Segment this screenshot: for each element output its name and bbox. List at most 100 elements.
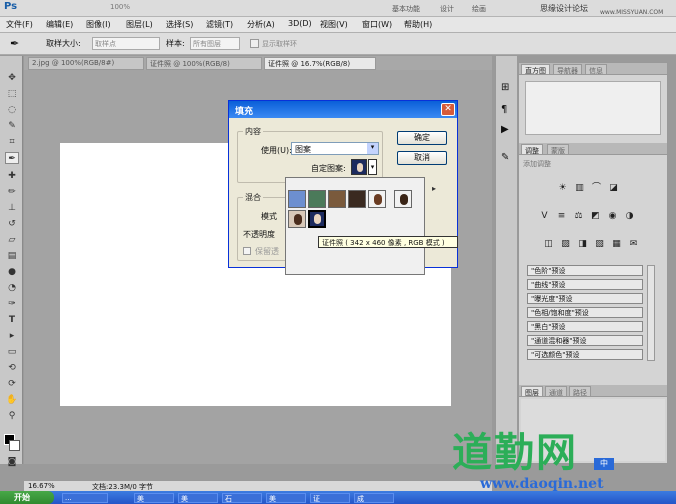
use-select[interactable]: 图案 ▾ — [291, 142, 379, 155]
type-tool-icon[interactable]: T — [5, 314, 19, 326]
channel-mixer-icon[interactable]: ◑ — [624, 211, 635, 222]
pattern-swatch[interactable] — [328, 190, 346, 208]
vibrance-icon[interactable]: V — [539, 211, 550, 222]
pattern-swatch[interactable] — [308, 190, 326, 208]
pattern-dropdown-arrow[interactable]: ▾ — [368, 159, 377, 175]
menu-window[interactable]: 窗口(W) — [362, 19, 392, 30]
menu-image[interactable]: 图像(I) — [86, 19, 111, 30]
gradient-map-icon[interactable]: ▧ — [594, 239, 605, 250]
blur-tool-icon[interactable]: ● — [5, 266, 19, 278]
menu-file[interactable]: 文件(F) — [6, 19, 33, 30]
menu-view[interactable]: 视图(V) — [320, 19, 348, 30]
show-ring-checkbox[interactable] — [250, 39, 259, 48]
posterize-icon[interactable]: ▨ — [560, 239, 571, 250]
sample-size-select[interactable]: 取样点 — [92, 37, 160, 50]
move-tool-icon[interactable]: ✥ — [5, 72, 19, 84]
preset-channel-mixer[interactable]: "通道混和器"预设 — [527, 335, 643, 346]
taskbar-item[interactable]: 美 — [134, 493, 174, 503]
history-panel-icon[interactable]: ⊞ — [501, 82, 509, 93]
preset-hue-saturation[interactable]: "色相/饱和度"预设 — [527, 307, 643, 318]
tab-masks[interactable]: 蒙版 — [547, 144, 569, 155]
pattern-swatch[interactable] — [368, 190, 386, 208]
shape-tool-icon[interactable]: ▭ — [5, 346, 19, 358]
preset-black-white[interactable]: "黑白"预设 — [527, 321, 643, 332]
preset-exposure[interactable]: "曝光度"预设 — [527, 293, 643, 304]
hand-tool-icon[interactable]: ✋ — [5, 394, 19, 406]
eyedropper-tool-icon[interactable]: ✒ — [10, 37, 19, 50]
selective-color-icon[interactable]: ▦ — [611, 239, 622, 250]
taskbar-item[interactable]: 美 — [178, 493, 218, 503]
tab-document-1[interactable]: 2.jpg @ 100%(RGB/8#) — [28, 57, 144, 70]
gradient-tool-icon[interactable]: ▤ — [5, 250, 19, 262]
close-icon[interactable]: ✕ — [441, 103, 455, 116]
menu-help[interactable]: 帮助(H) — [404, 19, 432, 30]
crop-tool-icon[interactable]: ⌗ — [5, 136, 19, 148]
pattern-swatch[interactable] — [348, 190, 366, 208]
tab-layers[interactable]: 图层 — [521, 386, 543, 397]
taskbar-item[interactable]: 证 — [310, 493, 350, 503]
path-select-tool-icon[interactable]: ▸ — [5, 330, 19, 342]
preset-selective-color[interactable]: "可选颜色"预设 — [527, 349, 643, 360]
sample-select[interactable]: 所有图层 — [190, 37, 240, 50]
workspace-essentials-button[interactable]: 基本功能 — [392, 4, 420, 14]
brightness-icon[interactable]: ☀ — [557, 183, 568, 194]
tab-document-2[interactable]: 证件照 @ 100%(RGB/8) — [146, 57, 262, 70]
lasso-tool-icon[interactable]: ◌ — [5, 104, 19, 116]
levels-icon[interactable]: ▥ — [574, 183, 585, 194]
eraser-tool-icon[interactable]: ▱ — [5, 234, 19, 246]
preset-levels[interactable]: "色阶"预设 — [527, 265, 643, 276]
tab-info[interactable]: 信息 — [585, 64, 607, 75]
dodge-tool-icon[interactable]: ◔ — [5, 282, 19, 294]
pattern-swatch[interactable] — [288, 190, 306, 208]
3d-orbit-tool-icon[interactable]: ⟳ — [5, 378, 19, 390]
preserve-checkbox[interactable] — [243, 247, 251, 255]
brush-tool-icon[interactable]: ✏ — [5, 186, 19, 198]
threshold-icon[interactable]: ◨ — [577, 239, 588, 250]
tab-histogram[interactable]: 直方图 — [521, 64, 550, 75]
menu-3d[interactable]: 3D(D) — [288, 19, 312, 28]
pattern-swatch[interactable] — [288, 210, 306, 228]
menu-edit[interactable]: 编辑(E) — [46, 19, 73, 30]
marquee-tool-icon[interactable]: ⬚ — [5, 88, 19, 100]
clone-stamp-tool-icon[interactable]: ⊥ — [5, 202, 19, 214]
tab-navigator[interactable]: 导航器 — [553, 64, 582, 75]
tab-paths[interactable]: 路径 — [569, 386, 591, 397]
hue-saturation-icon[interactable]: ≡ — [556, 211, 567, 222]
menu-analysis[interactable]: 分析(A) — [247, 19, 275, 30]
black-white-icon[interactable]: ◩ — [590, 211, 601, 222]
taskbar-item[interactable]: 成 — [354, 493, 394, 503]
invert-icon[interactable]: ◫ — [543, 239, 554, 250]
zoom-tool-icon[interactable]: ⚲ — [5, 410, 19, 422]
status-zoom[interactable]: 16.67% — [28, 482, 55, 490]
color-balance-icon[interactable]: ⚖ — [573, 211, 584, 222]
quick-select-tool-icon[interactable]: ✎ — [5, 120, 19, 132]
zoom-combo[interactable]: 100% — [110, 3, 130, 11]
picker-menu-icon[interactable]: ▸ — [432, 184, 442, 194]
workspace-design-button[interactable]: 设计 — [440, 4, 454, 14]
exposure-icon[interactable]: ◪ — [608, 183, 619, 194]
cancel-button[interactable]: 取消 — [397, 151, 447, 165]
tab-document-3[interactable]: 证件照 @ 16.7%(RGB/8) — [264, 57, 376, 70]
healing-brush-tool-icon[interactable]: ✚ — [5, 170, 19, 182]
photo-filter-icon[interactable]: ◉ — [607, 211, 618, 222]
envelope-icon[interactable]: ✉ — [628, 239, 639, 250]
taskbar-item[interactable]: ... — [62, 493, 108, 503]
ok-button[interactable]: 确定 — [397, 131, 447, 145]
tab-channels[interactable]: 通道 — [545, 386, 567, 397]
pen-tool-icon[interactable]: ✑ — [5, 298, 19, 310]
start-button[interactable]: 开始 — [0, 491, 54, 504]
menu-layer[interactable]: 图层(L) — [126, 19, 153, 30]
brush-panel-icon[interactable]: ✎ — [501, 152, 509, 163]
3d-rotate-tool-icon[interactable]: ⟲ — [5, 362, 19, 374]
taskbar-item[interactable]: 美 — [266, 493, 306, 503]
menu-filter[interactable]: 滤镜(T) — [206, 19, 233, 30]
quick-mask-icon[interactable]: ◙ — [5, 456, 19, 468]
history-brush-tool-icon[interactable]: ↺ — [5, 218, 19, 230]
menu-select[interactable]: 选择(S) — [166, 19, 193, 30]
taskbar-item[interactable]: 石 — [222, 493, 262, 503]
play-panel-icon[interactable]: ▶ — [501, 124, 509, 135]
actions-panel-icon[interactable]: ¶ — [501, 104, 507, 115]
custom-pattern-swatch[interactable] — [351, 159, 367, 175]
preset-curves[interactable]: "曲线"预设 — [527, 279, 643, 290]
curves-icon[interactable]: ⌒ — [591, 183, 602, 194]
